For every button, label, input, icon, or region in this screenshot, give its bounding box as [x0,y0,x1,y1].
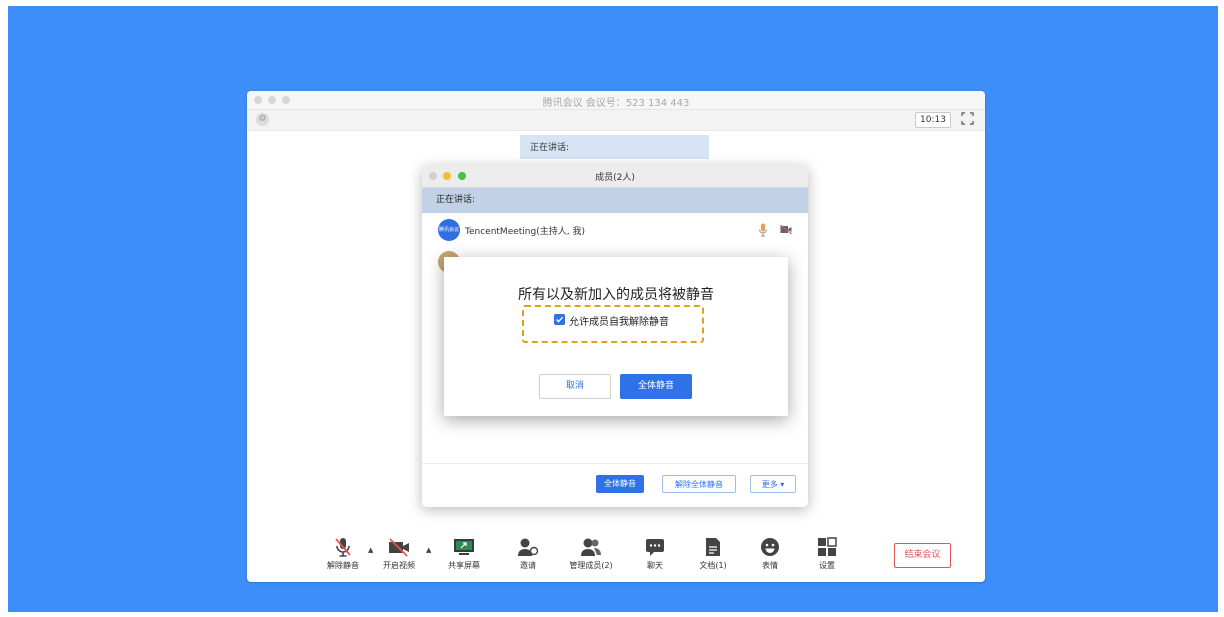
share-screen-button[interactable]: 共享屏幕 [434,537,494,571]
start-video-label: 开启视频 [383,561,415,570]
info-icon[interactable]: ⚙ [256,113,269,126]
chat-icon [646,539,664,556]
unmute-all-button[interactable]: 解除全体静音 [662,475,736,493]
mute-all-button[interactable]: 全体静音 [596,475,644,493]
document-icon [706,538,720,556]
emoji-label: 表情 [762,561,778,570]
window-titlebar: 腾讯会议 会议号：523 134 443 [247,91,985,110]
camera-off-icon[interactable] [780,225,792,234]
invite-button[interactable]: 邀请 [498,537,558,571]
unmute-label: 解除静音 [327,561,359,570]
allow-self-unmute-checkbox[interactable] [554,314,565,325]
start-video-button[interactable]: 开启视频 [369,537,429,571]
share-screen-label: 共享屏幕 [448,561,480,570]
manage-members-button[interactable]: 管理成员(2) [561,537,621,571]
members-panel-title: 成员(2人) [595,173,635,183]
chat-button[interactable]: 聊天 [625,537,685,571]
top-toolbar: ⚙ 10:13 [247,110,985,131]
member-name: TencentMeeting(主持人, 我) [465,227,585,237]
speaking-indicator: 正在讲话: [520,135,709,159]
unmute-button[interactable]: 解除静音 [313,537,373,571]
settings-label: 设置 [819,561,835,570]
mic-muted-icon [335,538,351,557]
docs-label: 文档(1) [699,561,727,570]
end-meeting-button[interactable]: 结束会议 [894,543,951,568]
mute-all-confirm-dialog: 所有以及新加入的成员将被静音 允许成员自我解除静音 取消 全体静音 [444,257,788,416]
manage-members-label: 管理成员(2) [569,561,613,570]
panel-speaking-label: 正在讲话: [422,188,808,213]
more-button[interactable]: 更多 ▾ [750,475,796,493]
confirm-mute-all-button[interactable]: 全体静音 [620,374,692,399]
settings-button[interactable]: 设置 [797,537,857,571]
emoji-button[interactable]: 表情 [740,537,800,571]
microphone-icon[interactable] [758,223,768,237]
checkbox-label[interactable]: 允许成员自我解除静音 [569,313,669,328]
video-off-icon [389,538,409,557]
chat-label: 聊天 [647,561,663,570]
avatar: 腾讯会议 [438,219,460,241]
emoji-icon [761,538,779,556]
invite-icon [518,538,539,556]
docs-button[interactable]: 文档(1) [683,537,743,571]
cancel-button[interactable]: 取消 [539,374,611,399]
members-panel-footer: 全体静音 解除全体静音 更多 ▾ [422,463,808,507]
invite-label: 邀请 [520,561,536,570]
meeting-window: 腾讯会议 会议号：523 134 443 ⚙ 10:13 正在讲话: 成员(2人… [247,91,985,582]
dialog-title: 所有以及新加入的成员将被静音 [518,287,714,303]
meeting-controls: 解除静音 ▲ 开启视频 ▲ 共享屏幕 邀请 管理成员(2) 聊天 文档(1) 表… [247,531,985,582]
meeting-timer: 10:13 [915,112,951,128]
members-panel-titlebar: 成员(2人) [422,165,808,188]
settings-grid-icon [818,537,837,556]
fullscreen-icon[interactable] [961,112,974,125]
members-icon [581,538,601,556]
member-row[interactable]: 腾讯会议 TencentMeeting(主持人, 我) [422,218,808,244]
share-screen-icon [454,539,474,555]
window-title: 腾讯会议 会议号：523 134 443 [542,98,690,109]
video-options-caret-icon[interactable]: ▲ [426,546,431,554]
